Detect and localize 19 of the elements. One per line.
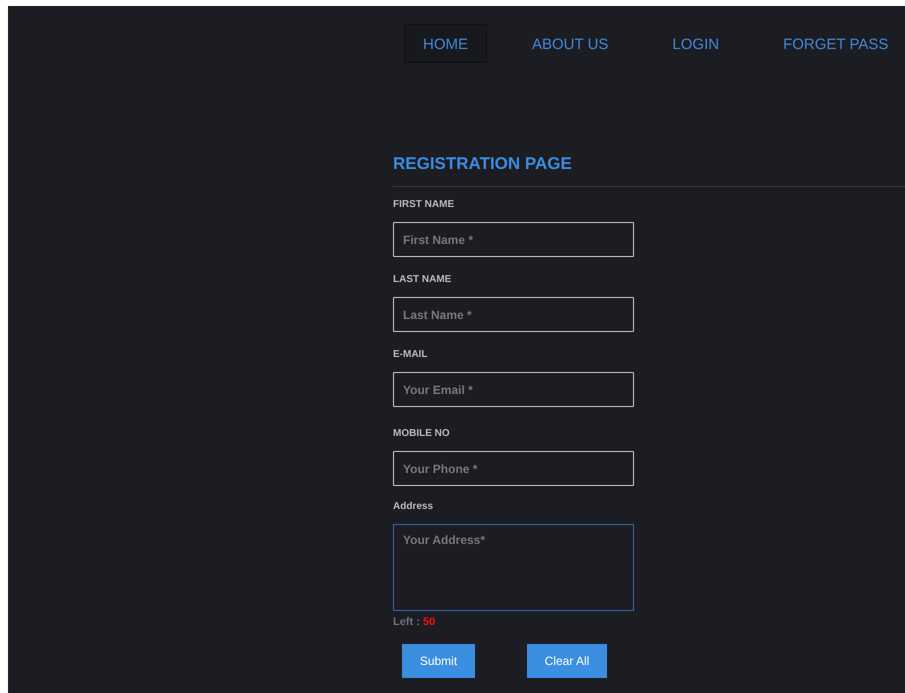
input-field[interactable]: Last Name * [393,297,634,332]
nav-link[interactable]: ABOUT US [513,24,628,63]
field-label: E-MAIL [393,349,428,361]
page-heading: REGISTRATION PAGE [393,154,572,174]
counter-label: Left : [393,616,420,628]
field-label: MOBILE NO [393,428,450,440]
textarea-field[interactable]: Your Address* [393,524,634,611]
field-label: LAST NAME [393,274,452,286]
field-label: FIRST NAME [393,199,454,211]
input-field[interactable]: First Name * [393,222,634,257]
input-field[interactable]: Your Email * [393,372,634,407]
nav-link[interactable]: LOGIN [653,24,738,63]
counter-value: 50 [422,616,436,628]
nav-link[interactable]: HOME [404,24,487,63]
form-button[interactable]: Submit [402,644,475,678]
nav-link[interactable]: FORGET PASS [764,24,905,63]
field-label: Address [393,501,434,513]
input-field[interactable]: Your Phone * [393,451,634,486]
form-button[interactable]: Clear All [527,644,607,678]
